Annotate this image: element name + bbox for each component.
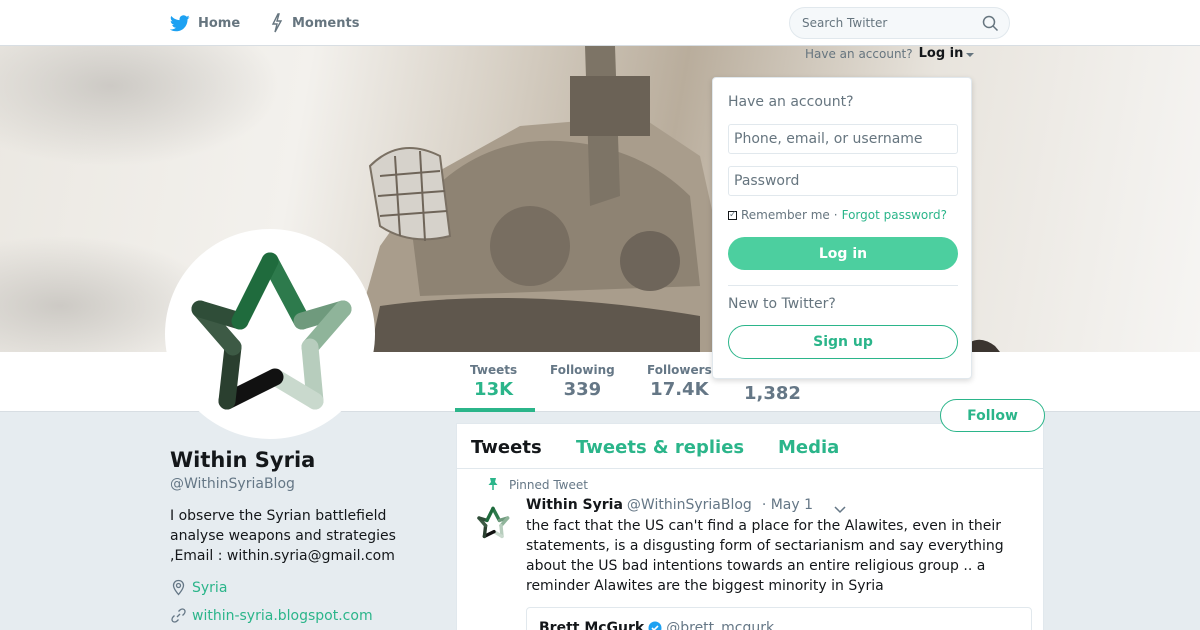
tab-tweets[interactable]: Tweets: [471, 437, 542, 458]
search-input[interactable]: [802, 16, 972, 30]
quoted-author-name: Brett McGurk: [539, 620, 645, 630]
timeline: Tweets Tweets & replies Media Pinned Twe…: [456, 423, 1044, 630]
chevron-down-icon[interactable]: [966, 52, 975, 57]
remember-checkbox[interactable]: ✓: [728, 210, 737, 220]
profile-handle[interactable]: @WithinSyriaBlog: [170, 476, 295, 492]
login-dropdown: Have an account? ✓ Remember me · Forgot …: [712, 77, 972, 379]
tweet-author-handle[interactable]: @WithinSyriaBlog: [627, 497, 752, 513]
username-field[interactable]: [728, 124, 958, 154]
new-to-twitter-text: New to Twitter?: [728, 296, 836, 312]
stat-value: 1,382: [744, 383, 801, 404]
profile-bio: I observe the Syrian battlefield analyse…: [170, 508, 396, 564]
profile-name[interactable]: Within Syria: [170, 448, 315, 472]
pin-icon: [488, 478, 498, 490]
stat-value: 17.4K: [650, 379, 709, 400]
twitter-bird-icon: [170, 14, 190, 31]
tweet-date[interactable]: · May 1: [762, 497, 813, 513]
nav-home[interactable]: Home: [170, 0, 240, 46]
avatar[interactable]: [165, 229, 375, 439]
password-field[interactable]: [728, 166, 958, 196]
stat-label: Followers: [647, 363, 712, 377]
login-button[interactable]: Log in: [728, 237, 958, 270]
pinned-tweet-label: Pinned Tweet: [488, 478, 588, 492]
stat-following[interactable]: Following 339: [550, 363, 615, 400]
stat-followers[interactable]: Followers 17.4K: [647, 363, 712, 400]
pinned-tweet-text: Pinned Tweet: [509, 478, 588, 492]
profile-location[interactable]: Syria: [170, 579, 227, 596]
divider: [728, 285, 958, 286]
signup-button[interactable]: Sign up: [728, 325, 958, 359]
quoted-tweet-header: Brett McGurk @brett_mcgurk: [539, 620, 774, 630]
tweet-avatar[interactable]: [472, 502, 514, 544]
star-logo-icon: [191, 252, 352, 410]
stat-label: Tweets: [470, 363, 518, 377]
forgot-password-link[interactable]: Forgot password?: [842, 208, 947, 222]
login-hint: Have an account? Log in: [805, 46, 975, 61]
profile-url-text: within-syria.blogspot.com: [192, 607, 373, 624]
tweet-author-name[interactable]: Within Syria: [526, 497, 623, 513]
profile-url[interactable]: within-syria.blogspot.com: [170, 607, 373, 624]
stat-value: 339: [563, 379, 602, 400]
quoted-tweet[interactable]: Brett McGurk @brett_mcgurk: [526, 607, 1032, 630]
remember-label: Remember me: [741, 208, 830, 222]
stat-tweets[interactable]: Tweets 13K: [470, 363, 517, 400]
tweet-text: the fact that the US can't find a place …: [526, 518, 1004, 594]
verified-badge-icon: [648, 621, 662, 630]
search-icon[interactable]: [982, 15, 999, 32]
nav-moments[interactable]: Moments: [270, 0, 359, 46]
active-stat-underline: [455, 408, 535, 412]
stat-likes[interactable]: 1,382: [744, 381, 801, 404]
follow-button[interactable]: Follow: [940, 399, 1045, 432]
tweet-menu-chevron-icon[interactable]: [833, 504, 847, 514]
tab-tweets-and-replies[interactable]: Tweets & replies: [576, 437, 744, 458]
location-pin-icon: [172, 579, 185, 596]
nav-home-label: Home: [198, 15, 241, 31]
remember-row: ✓ Remember me · Forgot password?: [728, 208, 947, 222]
link-icon: [171, 608, 186, 623]
quoted-author-handle: @brett_mcgurk: [666, 620, 775, 630]
tweet-header: Within Syria @WithinSyriaBlog · May 1: [526, 497, 813, 513]
top-navigation: Home Moments: [0, 0, 1200, 46]
login-panel-title: Have an account?: [728, 94, 854, 110]
login-hint-text: Have an account?: [805, 46, 913, 61]
stat-label: Following: [550, 363, 615, 377]
tab-media[interactable]: Media: [778, 437, 839, 458]
login-dropdown-toggle[interactable]: Log in: [919, 46, 964, 61]
profile-location-text: Syria: [192, 579, 228, 596]
nav-moments-label: Moments: [292, 15, 360, 31]
stat-value: 13K: [474, 379, 514, 400]
search-box: [789, 7, 1010, 39]
remember-separator: ·: [833, 208, 838, 222]
lightning-icon: [271, 13, 283, 33]
